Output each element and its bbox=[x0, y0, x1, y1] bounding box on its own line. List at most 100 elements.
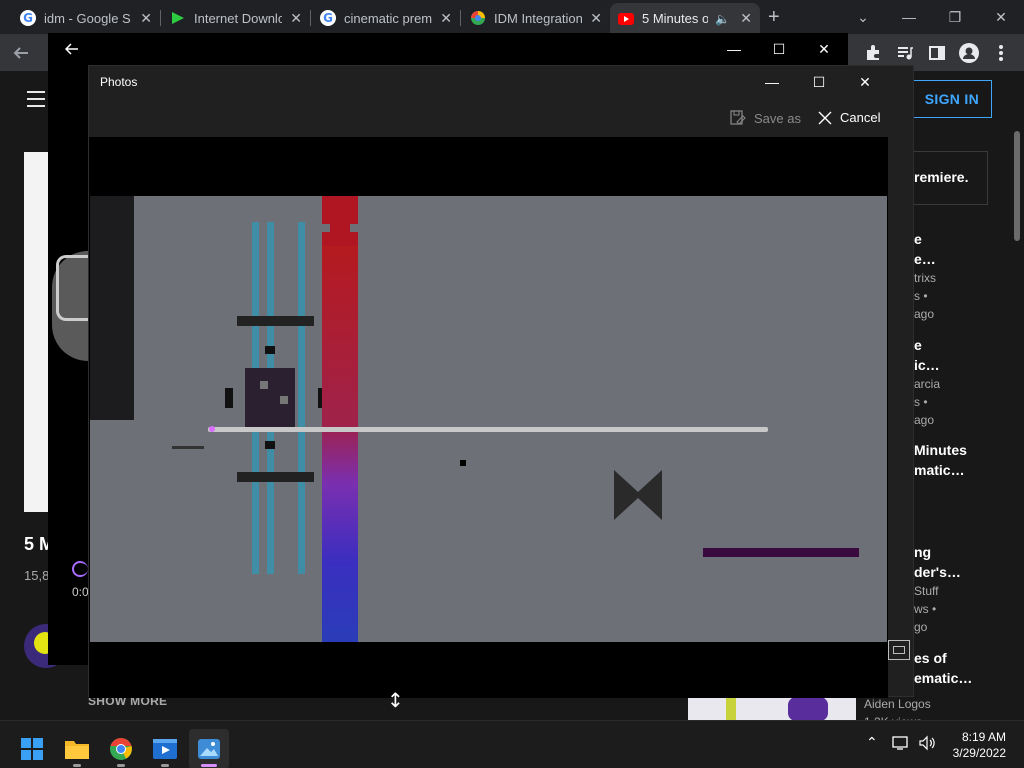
idm-arrow-icon bbox=[170, 10, 186, 26]
tab-search-icon[interactable]: ⌄ bbox=[840, 0, 886, 34]
menu-icon[interactable] bbox=[27, 91, 45, 112]
window-title: Photos bbox=[100, 75, 138, 89]
close-icon[interactable]: ✕ bbox=[290, 10, 302, 27]
tab-label: Internet Downlo bbox=[194, 10, 282, 26]
youtube-icon bbox=[618, 11, 634, 27]
photos-titlebar: Photos — ☐ ✕ bbox=[89, 66, 915, 98]
start-windows-icon[interactable] bbox=[12, 729, 52, 768]
recommendation-item[interactable]: es of ematic… bbox=[914, 648, 972, 688]
speaker-icon[interactable]: 🔈 bbox=[715, 12, 730, 26]
glitched-image-art bbox=[90, 196, 859, 642]
chrome-icon[interactable] bbox=[101, 729, 141, 768]
network-icon[interactable] bbox=[892, 735, 910, 755]
rec-title: e… bbox=[914, 251, 936, 267]
google-icon: G bbox=[320, 10, 336, 26]
close-icon[interactable]: ✕ bbox=[842, 70, 888, 94]
tab-label: IDM Integration bbox=[494, 10, 582, 26]
close-icon[interactable]: ✕ bbox=[440, 10, 452, 27]
photos-window: Photos — ☐ ✕ Save as Cancel ↕ bbox=[88, 65, 915, 710]
show-hidden-icons-chevron-icon[interactable]: ⌃ bbox=[866, 735, 878, 751]
profile-avatar-icon[interactable] bbox=[958, 42, 980, 64]
rec-age: ago bbox=[914, 307, 935, 321]
media-queue-icon[interactable] bbox=[894, 42, 916, 64]
recommendation-thumbnail[interactable] bbox=[688, 697, 856, 721]
save-as-icon bbox=[730, 110, 746, 126]
tab-label: 5 Minutes o bbox=[642, 11, 708, 26]
tab-internet-download-manager[interactable]: Internet Downlo ✕ bbox=[162, 5, 310, 31]
tab-youtube-5-minutes[interactable]: 5 Minutes o 🔈 ✕ bbox=[610, 3, 760, 34]
video-player[interactable] bbox=[24, 152, 48, 512]
close-icon[interactable]: ✕ bbox=[140, 10, 152, 27]
save-as-label: Save as bbox=[754, 110, 801, 126]
rec-title: Minutes bbox=[914, 442, 967, 458]
tab-separator bbox=[160, 10, 161, 26]
rec-title: matic… bbox=[914, 462, 965, 478]
playback-time: 0:0 bbox=[72, 585, 89, 599]
tab-idm-google-search[interactable]: G idm - Google S ✕ bbox=[12, 5, 160, 31]
rec-age: go bbox=[914, 620, 928, 634]
system-clock[interactable]: 8:19 AM 3/29/2022 bbox=[944, 729, 1006, 761]
minimize-icon[interactable]: — bbox=[886, 0, 932, 34]
tab-label: idm - Google S bbox=[44, 10, 131, 26]
tab-label: cinematic prem bbox=[344, 10, 432, 26]
video-views: 15,8 bbox=[24, 568, 50, 583]
fit-to-window-icon[interactable] bbox=[888, 640, 910, 660]
chrome-store-icon bbox=[470, 10, 486, 26]
clock-date: 3/29/2022 bbox=[952, 746, 1006, 760]
google-icon: G bbox=[20, 10, 36, 26]
recommendation-item[interactable]: e ic… arcia s • ago bbox=[914, 335, 940, 429]
rec-channel: trixs bbox=[914, 271, 936, 285]
recommendation-item[interactable]: e e… trixs s • ago bbox=[914, 229, 936, 323]
save-as-button[interactable]: Save as bbox=[730, 110, 801, 126]
new-tab-button[interactable]: + bbox=[768, 6, 780, 29]
rec-title: e bbox=[914, 337, 922, 353]
rec-title: es of bbox=[914, 650, 947, 666]
close-icon[interactable]: ✕ bbox=[590, 10, 602, 27]
maximize-icon[interactable]: ☐ bbox=[796, 70, 842, 94]
rec-title: e bbox=[914, 231, 922, 247]
close-icon bbox=[818, 111, 832, 125]
cancel-label: Cancel bbox=[840, 110, 881, 125]
rec-title: der's… bbox=[914, 564, 961, 580]
minimize-icon[interactable]: — bbox=[718, 37, 750, 61]
more-menu-icon[interactable] bbox=[990, 42, 1012, 64]
photos-app-icon[interactable] bbox=[189, 729, 229, 768]
close-icon[interactable]: ✕ bbox=[740, 10, 752, 27]
close-icon[interactable]: ✕ bbox=[808, 37, 840, 61]
back-arrow-icon[interactable] bbox=[56, 37, 88, 61]
restore-icon[interactable]: ❐ bbox=[932, 0, 978, 34]
file-explorer-icon[interactable] bbox=[57, 729, 97, 768]
clock-time: 8:19 AM bbox=[961, 730, 1006, 744]
image-canvas[interactable] bbox=[89, 137, 888, 698]
resize-cursor-icon: ↕ bbox=[387, 688, 404, 712]
rec-title: ng bbox=[914, 544, 932, 560]
rec-title: ematic… bbox=[914, 670, 973, 686]
glitched-image bbox=[90, 196, 887, 642]
search-fragment: remiere. bbox=[914, 169, 969, 185]
tab-cinematic-premiere[interactable]: G cinematic prem ✕ bbox=[312, 5, 460, 31]
cancel-button[interactable]: Cancel bbox=[818, 110, 880, 125]
page-scrollbar[interactable] bbox=[1012, 71, 1022, 720]
minimize-icon[interactable]: — bbox=[749, 70, 795, 94]
rec-views: ws • bbox=[914, 602, 937, 616]
progress-scrubber-icon[interactable] bbox=[72, 561, 88, 577]
volume-icon[interactable] bbox=[918, 735, 936, 755]
tab-idm-integration[interactable]: IDM Integration ✕ bbox=[462, 5, 610, 31]
rec-channel: arcia bbox=[914, 377, 941, 391]
tab-separator bbox=[460, 10, 461, 26]
extensions-puzzle-icon[interactable] bbox=[862, 42, 884, 64]
rec-channel: Stuff bbox=[914, 584, 939, 598]
back-arrow-icon[interactable] bbox=[10, 42, 32, 64]
popup-titlebar: — ☐ ✕ bbox=[48, 33, 848, 65]
rec-views: s • bbox=[914, 289, 928, 303]
video-overlay-logo bbox=[52, 251, 99, 361]
recommendation-item[interactable]: Minutes matic… bbox=[914, 440, 967, 480]
video-editor-icon[interactable] bbox=[145, 729, 185, 768]
close-window-icon[interactable]: ✕ bbox=[978, 0, 1024, 34]
browser-tab-bar: G idm - Google S ✕ Internet Downlo ✕ G c… bbox=[0, 0, 1024, 34]
sign-in-label: SIGN IN bbox=[924, 91, 979, 107]
recommendation-item[interactable]: ng der's… Stuff ws • go bbox=[914, 542, 961, 636]
side-panel-icon[interactable] bbox=[926, 42, 948, 64]
maximize-icon[interactable]: ☐ bbox=[763, 37, 795, 61]
rec-views: s • bbox=[914, 395, 928, 409]
